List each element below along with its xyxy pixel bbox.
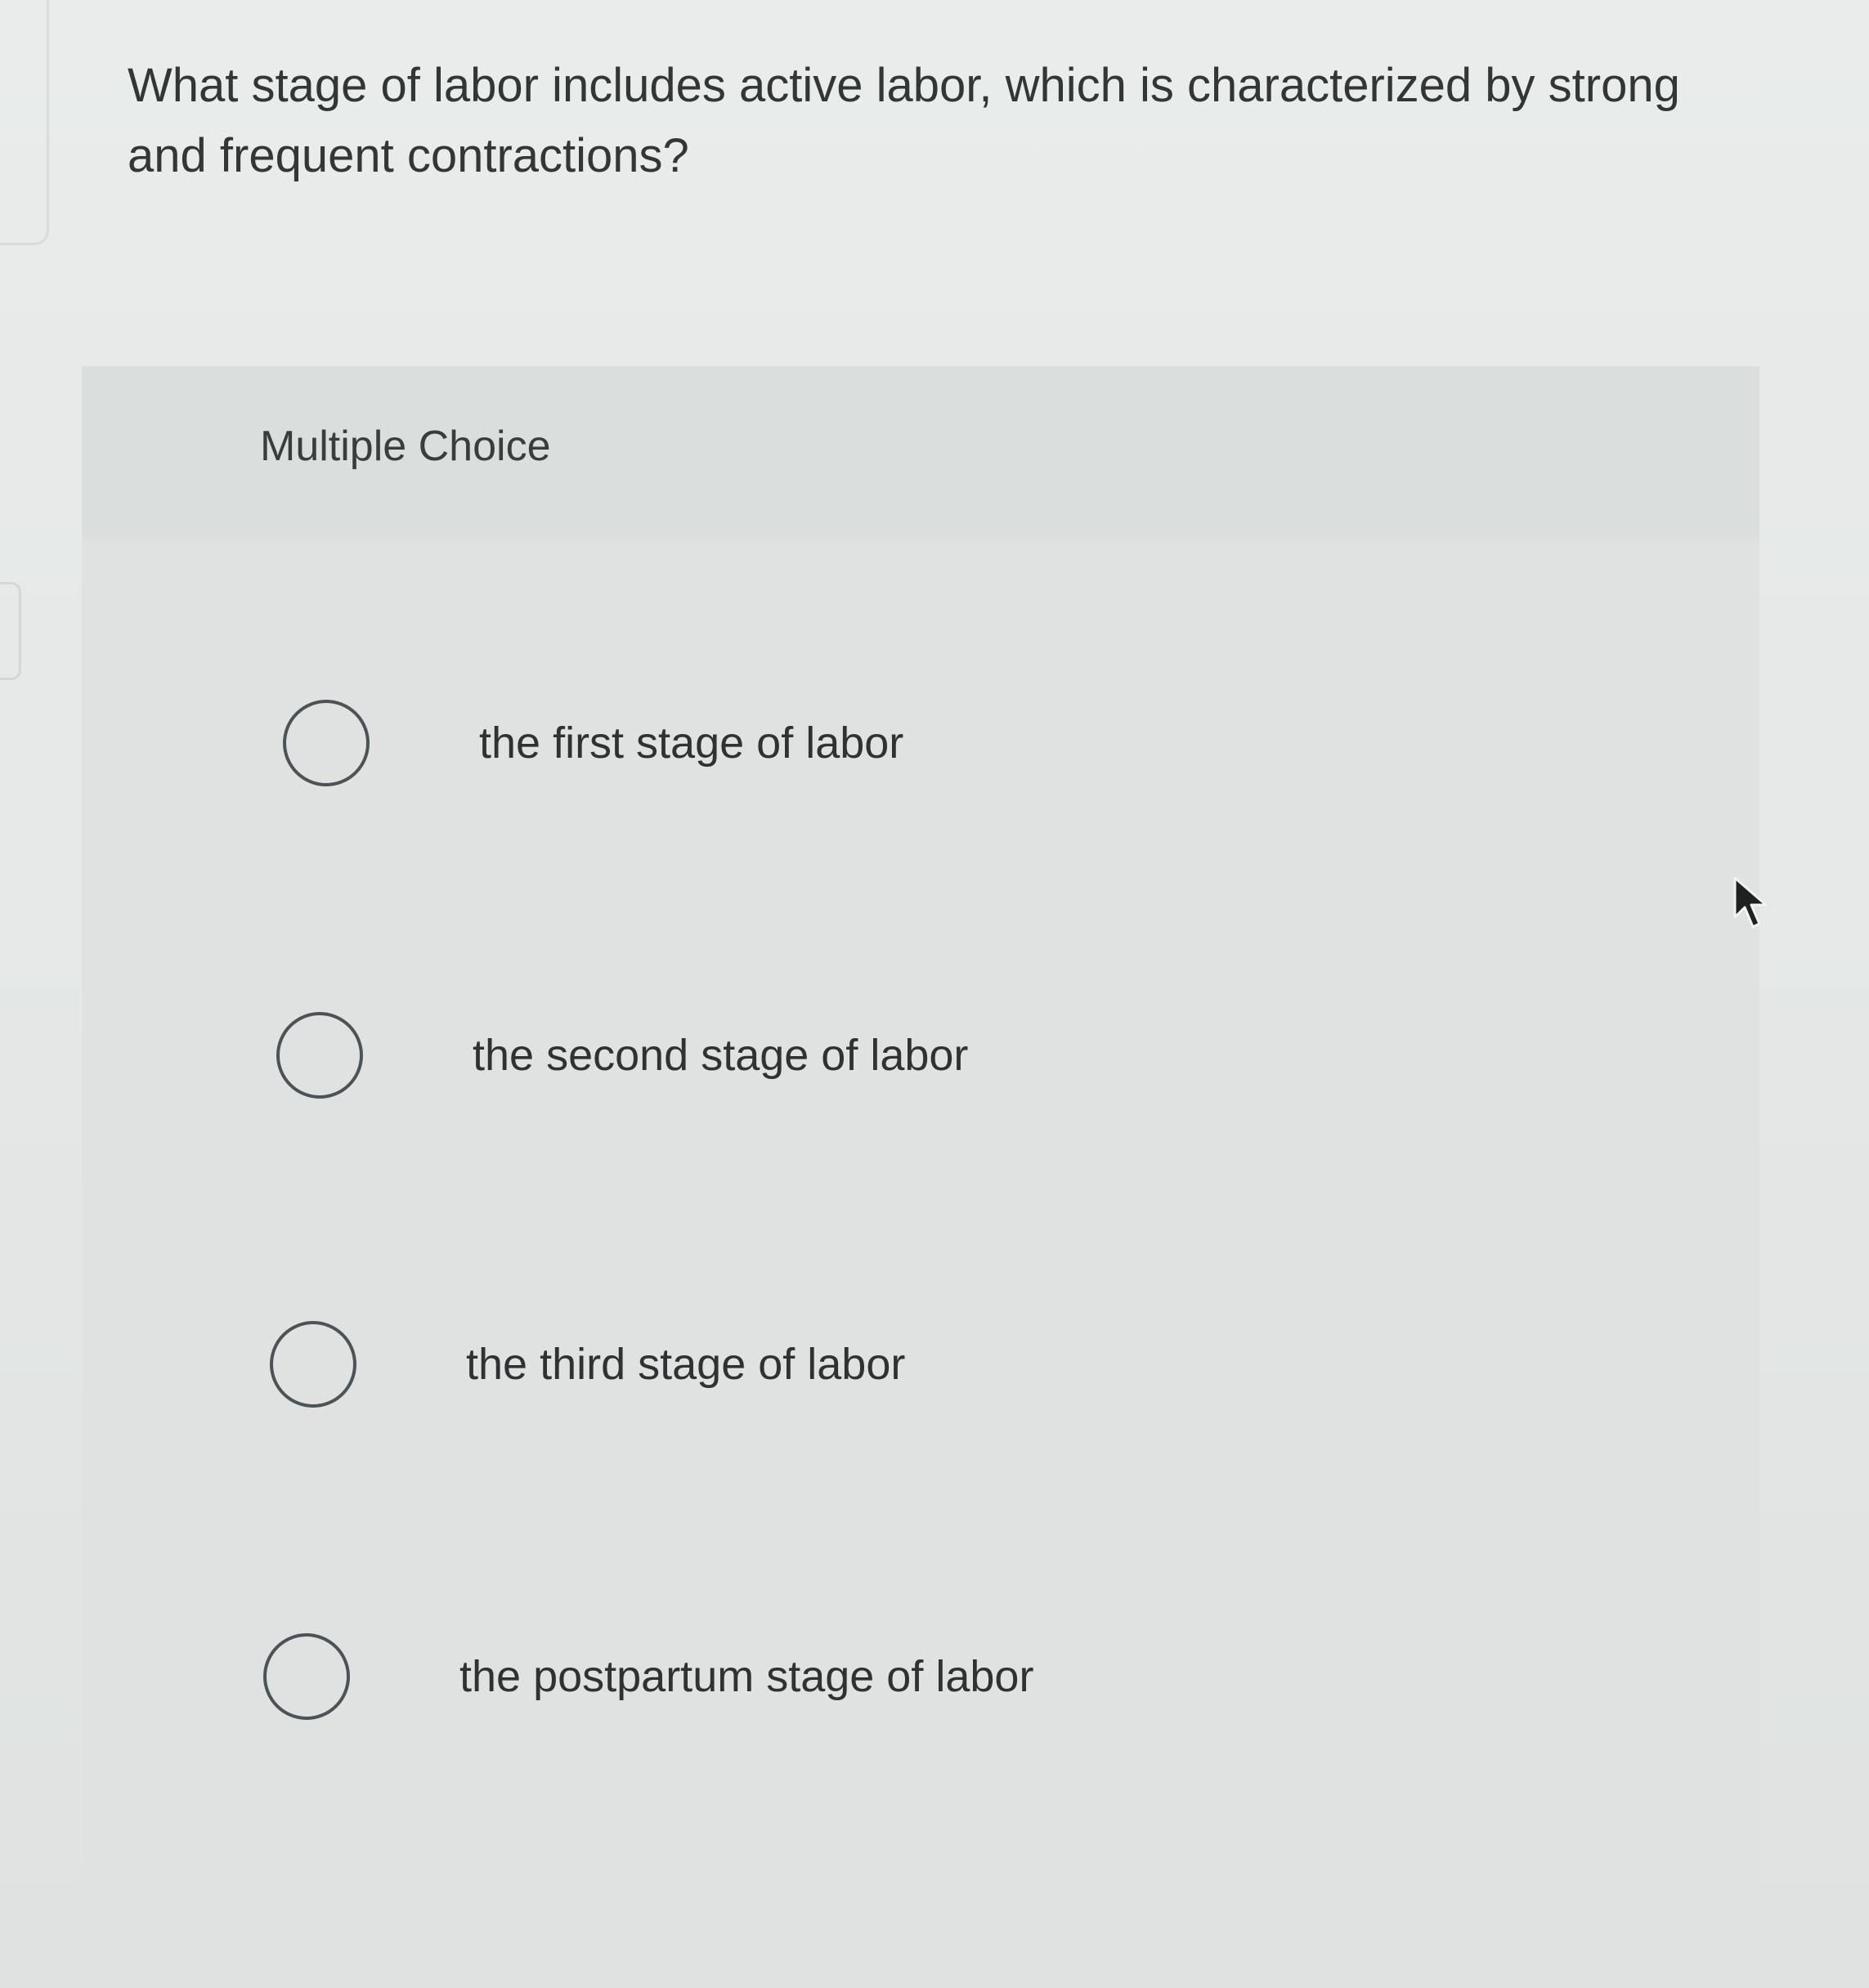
answer-option-3[interactable]: the third stage of labor [270, 1321, 1496, 1444]
radio-button-3[interactable] [270, 1321, 356, 1408]
answer-option-1-label[interactable]: the first stage of labor [479, 700, 903, 786]
mouse-pointer-icon [1733, 876, 1768, 929]
answer-option-2[interactable]: the second stage of labor [276, 1012, 1503, 1135]
answer-option-2-label[interactable]: the second stage of labor [473, 1012, 968, 1099]
multiple-choice-card: Multiple Choice the first stage of labor… [82, 366, 1759, 1921]
multiple-choice-header: Multiple Choice [82, 366, 1759, 538]
multiple-choice-label: Multiple Choice [260, 423, 551, 470]
answer-option-4[interactable]: the postpartum stage of labor [263, 1633, 1490, 1756]
answer-option-1[interactable]: the first stage of labor [283, 700, 1509, 822]
left-panel-edge [0, 0, 49, 245]
radio-button-2[interactable] [276, 1012, 363, 1099]
question-text: What stage of labor includes active labo… [128, 59, 1680, 182]
radio-button-1[interactable] [283, 700, 370, 786]
answer-option-4-label[interactable]: the postpartum stage of labor [459, 1633, 1033, 1720]
answer-option-3-label[interactable]: the third stage of labor [466, 1321, 905, 1408]
radio-button-4[interactable] [263, 1633, 350, 1720]
left-panel-tab [0, 582, 21, 680]
